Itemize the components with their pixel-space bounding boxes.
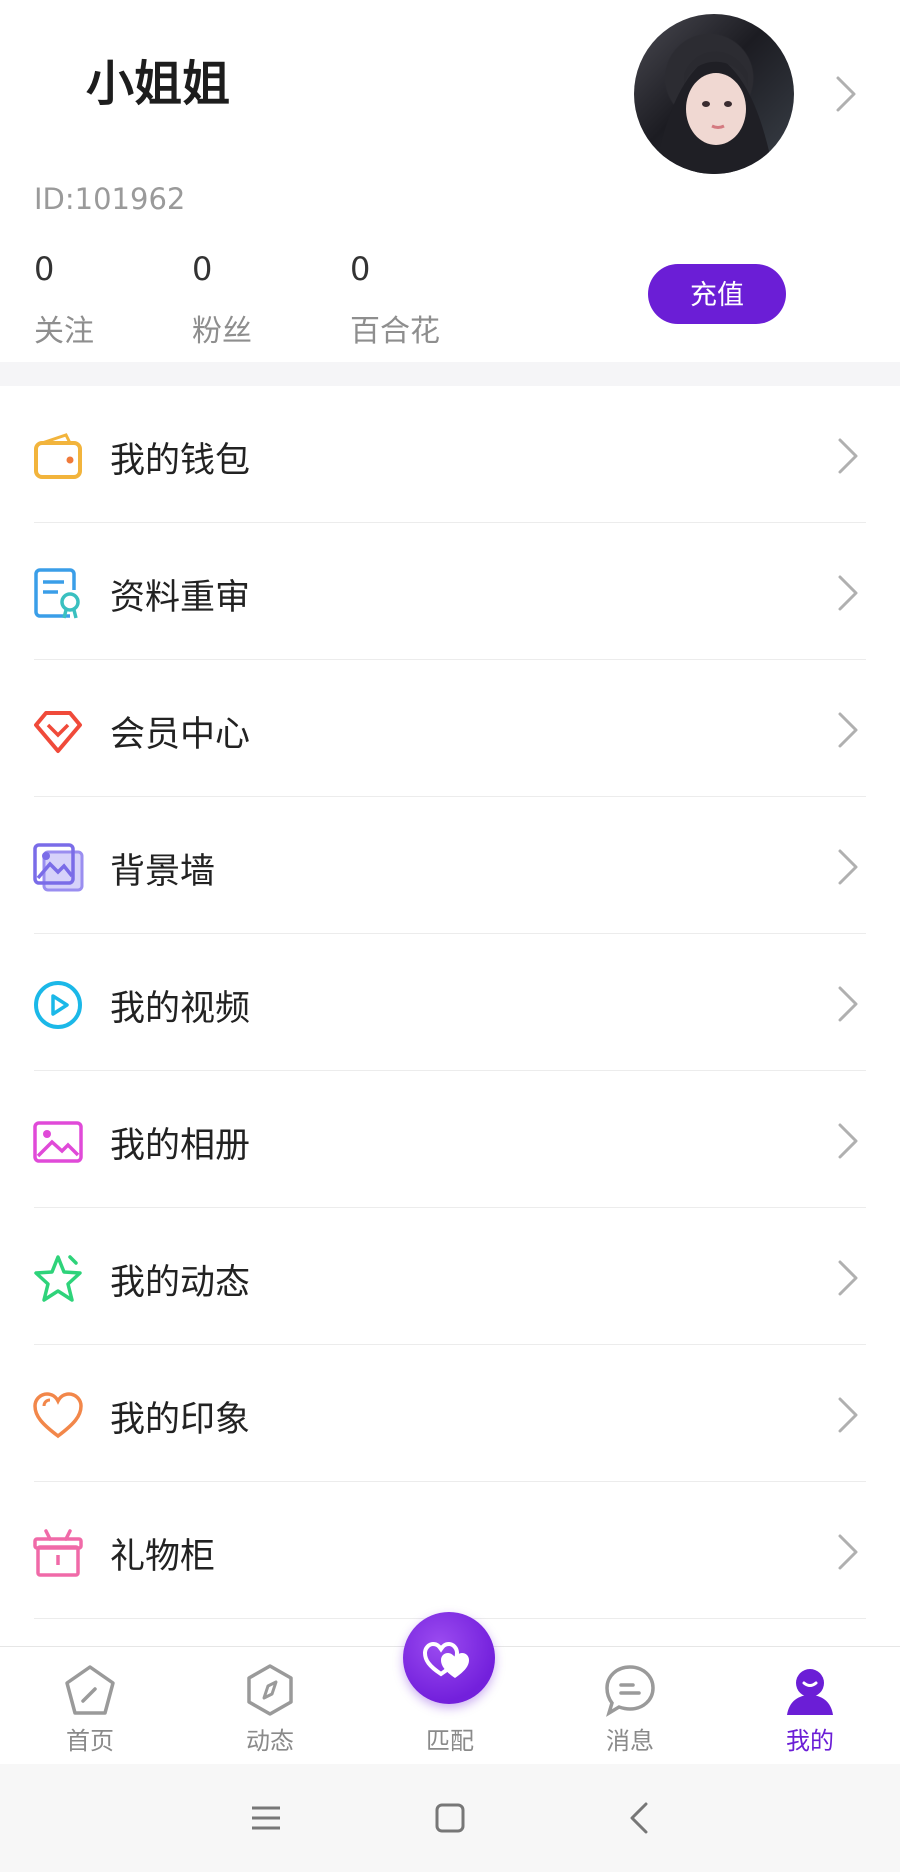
stat-following-label: 关注 bbox=[34, 314, 94, 349]
chevron-right-icon bbox=[834, 710, 862, 750]
menu-item-label: 礼物柜 bbox=[110, 1537, 216, 1577]
video-icon bbox=[32, 979, 84, 1031]
menu-item-videos[interactable]: 我的视频 bbox=[0, 934, 900, 1071]
menu-item-wallet[interactable]: 我的钱包 bbox=[0, 386, 900, 523]
chevron-right-icon bbox=[834, 984, 862, 1024]
message-icon bbox=[605, 1665, 655, 1717]
album-icon bbox=[32, 1116, 84, 1168]
menu-item-label: 我的相册 bbox=[110, 1126, 251, 1166]
back-icon[interactable] bbox=[620, 1798, 660, 1838]
chevron-right-icon bbox=[834, 436, 862, 476]
recharge-button[interactable]: 充值 bbox=[648, 264, 786, 324]
chevron-right-icon bbox=[834, 1395, 862, 1435]
menu-item-label: 我的印象 bbox=[110, 1400, 251, 1440]
stat-lilies-value: 0 bbox=[350, 250, 371, 288]
compass-icon bbox=[247, 1664, 293, 1716]
stat-fans-label: 粉丝 bbox=[192, 314, 252, 349]
menu-item-vip[interactable]: 会员中心 bbox=[0, 660, 900, 797]
menu-item-review[interactable]: 资料重审 bbox=[0, 523, 900, 660]
menu-item-label: 资料重审 bbox=[110, 578, 251, 618]
chevron-right-icon bbox=[834, 1258, 862, 1298]
menu-item-gift-cabinet[interactable]: 礼物柜 bbox=[0, 1482, 900, 1619]
chevron-right-icon bbox=[834, 1532, 862, 1572]
profile-chevron-icon[interactable] bbox=[832, 74, 860, 114]
menu-item-label: 背景墙 bbox=[110, 852, 216, 892]
menu-icon[interactable] bbox=[246, 1798, 286, 1838]
wallet-icon bbox=[32, 431, 84, 483]
star-icon bbox=[32, 1253, 84, 1305]
menu-item-label: 我的钱包 bbox=[110, 441, 251, 481]
system-nav-bar bbox=[0, 1764, 900, 1872]
home-square-icon[interactable] bbox=[430, 1798, 470, 1838]
tab-label: 匹配 bbox=[426, 1727, 474, 1755]
stat-following-value: 0 bbox=[34, 250, 55, 288]
tab-label: 我的 bbox=[786, 1727, 834, 1755]
profile-header: 小姐姐 ID:101962 0 关注 0 粉丝 0 百合花 充值 bbox=[0, 0, 900, 362]
tab-label: 动态 bbox=[246, 1727, 294, 1755]
chevron-right-icon bbox=[834, 573, 862, 613]
profile-name: 小姐姐 bbox=[86, 56, 231, 112]
menu-item-label: 我的动态 bbox=[110, 1263, 251, 1303]
match-icon bbox=[422, 1641, 469, 1678]
tab-moments[interactable]: 动态 bbox=[210, 1647, 330, 1765]
stat-lilies-label: 百合花 bbox=[350, 314, 440, 349]
gallery-icon bbox=[32, 842, 84, 894]
home-icon bbox=[65, 1665, 115, 1715]
tab-messages[interactable]: 消息 bbox=[570, 1647, 690, 1765]
profile-id: ID:101962 bbox=[34, 182, 186, 216]
gift-icon bbox=[32, 1527, 84, 1579]
menu-item-moments[interactable]: 我的动态 bbox=[0, 1208, 900, 1345]
menu-item-album[interactable]: 我的相册 bbox=[0, 1071, 900, 1208]
tab-home[interactable]: 首页 bbox=[30, 1647, 150, 1765]
chevron-right-icon bbox=[834, 847, 862, 887]
tab-me[interactable]: 我的 bbox=[750, 1647, 870, 1765]
menu-item-label: 我的视频 bbox=[110, 989, 251, 1029]
chevron-right-icon bbox=[834, 1121, 862, 1161]
menu-list: 我的钱包 资料重审 会员中心 背景墙 我的视频 我的相册 我的动态 我的印象 礼… bbox=[0, 386, 900, 1619]
diamond-icon bbox=[32, 705, 84, 757]
stat-fans[interactable]: 0 粉丝 bbox=[192, 250, 352, 350]
menu-item-label: 会员中心 bbox=[110, 715, 251, 755]
stat-fans-value: 0 bbox=[192, 250, 213, 288]
heart-icon bbox=[32, 1390, 84, 1442]
section-divider bbox=[0, 362, 900, 386]
tab-label: 首页 bbox=[66, 1727, 114, 1755]
menu-item-impression[interactable]: 我的印象 bbox=[0, 1345, 900, 1482]
stat-following[interactable]: 0 关注 bbox=[34, 250, 194, 350]
tab-label: 消息 bbox=[606, 1727, 654, 1755]
profile-icon bbox=[787, 1669, 833, 1715]
menu-item-background-wall[interactable]: 背景墙 bbox=[0, 797, 900, 934]
review-icon bbox=[32, 568, 84, 620]
avatar[interactable] bbox=[634, 14, 794, 174]
match-button[interactable] bbox=[403, 1612, 495, 1704]
stat-lilies[interactable]: 0 百合花 bbox=[350, 250, 510, 350]
